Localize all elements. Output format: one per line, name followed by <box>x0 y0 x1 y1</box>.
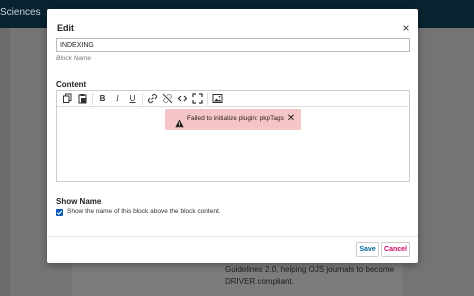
paste-icon[interactable] <box>77 93 88 104</box>
bold-icon[interactable]: B <box>97 93 108 104</box>
block-name-input[interactable] <box>56 38 410 52</box>
editor-toolbar: B I U <box>57 91 409 107</box>
footer-divider <box>47 236 418 237</box>
modal-title: Edit <box>57 23 74 33</box>
underline-icon[interactable]: U <box>127 93 138 104</box>
rich-text-editor[interactable]: B I U <box>56 90 410 182</box>
warning-icon <box>175 115 184 128</box>
close-icon[interactable]: × <box>400 21 412 35</box>
cancel-button[interactable]: Cancel <box>381 242 410 257</box>
error-notification: Failed to initialize plugin: pkpTags ✕ <box>165 109 301 130</box>
show-name-checkbox[interactable] <box>56 209 63 216</box>
toolbar-separator <box>142 93 143 105</box>
image-icon[interactable] <box>212 93 223 104</box>
fullscreen-icon[interactable] <box>192 93 203 104</box>
edit-block-modal: Edit × Block Name Content B I U <box>47 9 418 263</box>
background-body-text: Guidelines 2.0, helping OJS journals to … <box>225 265 394 286</box>
show-name-checkbox-label[interactable]: Show the name of this block above the bl… <box>67 208 221 215</box>
site-title[interactable]: Sciences <box>0 7 41 18</box>
unlink-icon[interactable] <box>162 93 173 104</box>
save-button[interactable]: Save <box>356 242 379 257</box>
link-icon[interactable] <box>147 93 158 104</box>
close-icon[interactable]: ✕ <box>286 113 296 125</box>
block-name-helper: Block Name <box>56 55 92 62</box>
show-name-label: Show Name <box>56 197 102 206</box>
toolbar-separator <box>207 93 208 105</box>
code-icon[interactable] <box>177 93 188 104</box>
copy-icon[interactable] <box>62 93 73 104</box>
error-message: Failed to initialize plugin: pkpTags <box>187 115 284 122</box>
content-label: Content <box>56 80 87 89</box>
italic-icon[interactable]: I <box>112 93 123 104</box>
toolbar-separator <box>92 93 93 105</box>
